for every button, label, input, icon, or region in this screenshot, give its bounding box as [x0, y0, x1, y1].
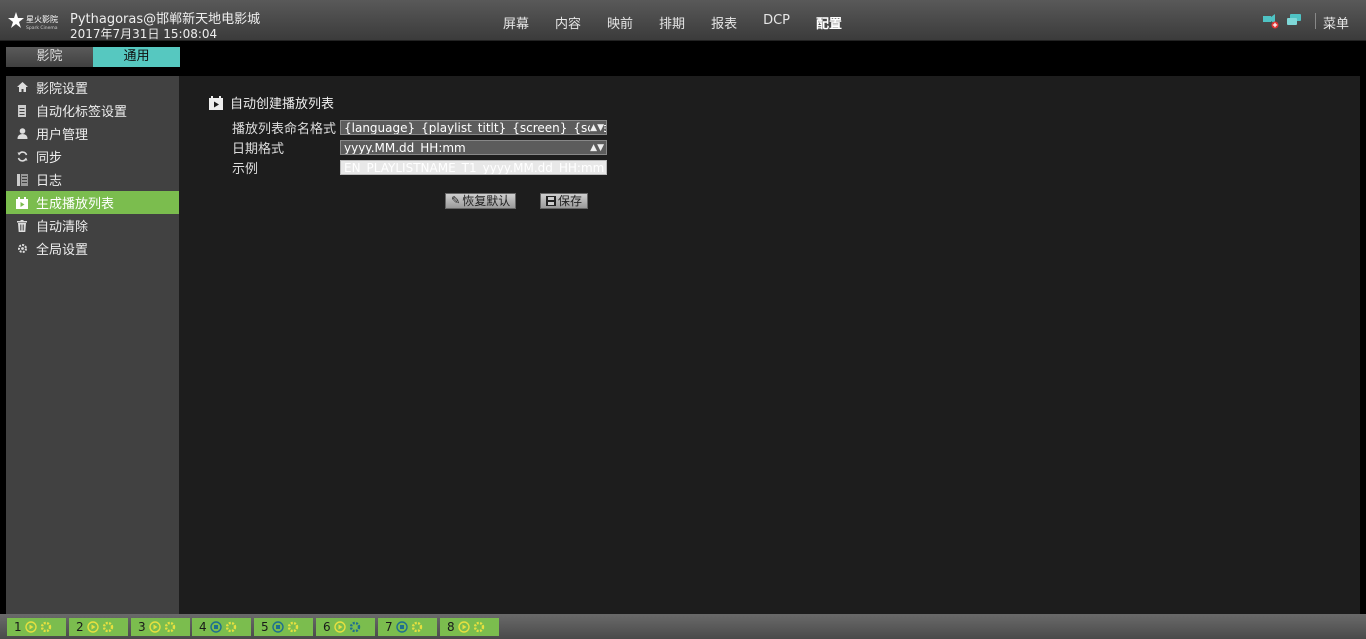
naming-format-label: 播放列表命名格式 — [232, 122, 337, 137]
gear-status-icon — [225, 621, 236, 633]
naming-format-row: 播放列表命名格式 {language}_{playlist_titlt}_{sc… — [232, 118, 607, 137]
screen-number: 3 — [138, 620, 146, 634]
naming-format-select[interactable]: {language}_{playlist_titlt}_{screen}_{sc… — [340, 120, 607, 135]
main-nav: 屏幕 内容 映前 排期 报表 DCP 配置 — [490, 13, 855, 32]
date-format-select[interactable]: yyyy.MM.dd_HH:mm ▲▼ — [340, 140, 607, 155]
gear-status-icon — [287, 621, 298, 633]
screen-tab-6[interactable]: 6 — [316, 618, 375, 636]
sidebar-item-generate-playlist[interactable]: 生成播放列表 — [6, 191, 179, 214]
screen-tab-3[interactable]: 3 — [131, 618, 190, 636]
sidebar-item-automation-tags[interactable]: 自动化标签设置 — [6, 99, 179, 122]
gear-icon — [16, 243, 28, 255]
svg-text:星火影院: 星火影院 — [26, 14, 58, 24]
eraser-icon: ✎ — [451, 194, 461, 207]
screen-status-bar: 1 2 3 4 5 6 7 8 — [0, 614, 1366, 639]
screen-number: 2 — [76, 620, 84, 634]
play-status-icon — [457, 621, 470, 633]
sync-icon — [16, 151, 28, 163]
menu-separator — [1315, 13, 1316, 29]
nav-schedule[interactable]: 排期 — [659, 13, 685, 32]
screen-number: 4 — [199, 620, 207, 634]
chevron-up-down-icon: ▲▼ — [590, 121, 604, 134]
alert-projector-icon[interactable] — [1262, 13, 1280, 29]
sidebar-item-label: 自动化标签设置 — [36, 105, 128, 120]
date-format-label: 日期格式 — [232, 142, 285, 157]
tab-general[interactable]: 通用 — [93, 47, 180, 67]
screen-number: 7 — [385, 620, 393, 634]
screen-tab-4[interactable]: 4 — [192, 618, 251, 636]
sidebar-item-sync[interactable]: 同步 — [6, 145, 179, 168]
screen-tab-2[interactable]: 2 — [69, 618, 128, 636]
play-status-icon — [24, 621, 37, 633]
gear-status-icon — [473, 621, 484, 633]
playlist-icon — [209, 95, 223, 110]
example-label: 示例 — [232, 162, 259, 177]
user-icon — [16, 128, 28, 140]
sidebar-item-label: 自动清除 — [36, 220, 89, 235]
sub-tabs: 影院 通用 — [6, 47, 180, 67]
sidebar-item-label: 全局设置 — [36, 243, 89, 258]
logo: 星火影院 Spark Cinema — [8, 12, 58, 31]
nav-preshow[interactable]: 映前 — [607, 13, 633, 32]
example-row: 示例 EN_PLAYLISTNAME_T1_yyyy.MM.dd_HH:mm — [232, 158, 607, 177]
sidebar-item-label: 用户管理 — [36, 128, 89, 143]
chevron-up-down-icon: ▲▼ — [590, 141, 604, 154]
gear-status-icon — [411, 621, 422, 633]
gear-status-icon — [164, 621, 175, 633]
top-bar: 星火影院 Spark Cinema Pythagoras@邯郸新天地电影城 20… — [0, 0, 1366, 41]
tag-icon — [16, 104, 28, 117]
sidebar-item-log[interactable]: 日志 — [6, 168, 179, 191]
current-datetime: 2017年7月31日 15:08:04 — [70, 27, 218, 41]
stop-status-icon — [395, 621, 408, 633]
status-icons — [1262, 13, 1302, 29]
sidebar: 影院设置 自动化标签设置 用户管理 同步 日志 生成播放列表 自动清除 全局设置 — [6, 76, 179, 614]
sidebar-item-cinema-settings[interactable]: 影院设置 — [6, 76, 179, 99]
sidebar-item-label: 影院设置 — [36, 82, 89, 97]
nav-content[interactable]: 内容 — [555, 13, 581, 32]
tab-cinema[interactable]: 影院 — [6, 47, 93, 67]
sidebar-item-label: 日志 — [36, 174, 63, 189]
section-title-text: 自动创建播放列表 — [230, 97, 335, 112]
reset-default-button[interactable]: ✎ 恢复默认 — [445, 193, 517, 209]
screen-tab-1[interactable]: 1 — [7, 618, 66, 636]
nav-dcp[interactable]: DCP — [763, 13, 790, 32]
save-button[interactable]: 保存 — [540, 193, 589, 209]
screen-tab-5[interactable]: 5 — [254, 618, 313, 636]
floppy-icon — [546, 196, 556, 206]
screen-number: 5 — [261, 620, 269, 634]
play-status-icon — [148, 621, 161, 633]
trash-icon — [16, 219, 28, 232]
gear-status-icon — [40, 621, 51, 633]
play-status-icon — [86, 621, 99, 633]
stop-status-icon — [271, 621, 284, 633]
screen-number: 8 — [447, 620, 455, 634]
screen-tab-8[interactable]: 8 — [440, 618, 499, 636]
screen-number: 6 — [323, 620, 331, 634]
sidebar-item-auto-cleanup[interactable]: 自动清除 — [6, 214, 179, 237]
sidebar-item-label: 同步 — [36, 151, 63, 166]
gear-status-icon — [102, 621, 113, 633]
gear-status-icon — [349, 621, 360, 633]
home-icon — [16, 82, 28, 94]
play-status-icon — [333, 621, 346, 633]
log-icon — [16, 173, 28, 186]
example-field: EN_PLAYLISTNAME_T1_yyyy.MM.dd_HH:mm — [340, 160, 607, 175]
nav-config[interactable]: 配置 — [816, 13, 842, 32]
sidebar-item-label: 生成播放列表 — [36, 197, 115, 212]
section-title: 自动创建播放列表 — [209, 93, 334, 112]
date-format-row: 日期格式 yyyy.MM.dd_HH:mm ▲▼ — [232, 138, 607, 157]
nav-screen[interactable]: 屏幕 — [503, 13, 529, 32]
svg-text:Spark Cinema: Spark Cinema — [26, 25, 58, 31]
content-panel: 自动创建播放列表 播放列表命名格式 {language}_{playlist_t… — [179, 76, 1360, 614]
screen-number: 1 — [14, 620, 22, 634]
stop-status-icon — [209, 621, 222, 633]
nav-reports[interactable]: 报表 — [711, 13, 737, 32]
sidebar-item-user-management[interactable]: 用户管理 — [6, 122, 179, 145]
screen-tab-7[interactable]: 7 — [378, 618, 437, 636]
playlist-icon — [16, 196, 28, 209]
menu-button[interactable]: 菜单 — [1323, 13, 1349, 32]
chat-icon[interactable] — [1286, 13, 1302, 27]
sidebar-item-global-settings[interactable]: 全局设置 — [6, 237, 179, 260]
